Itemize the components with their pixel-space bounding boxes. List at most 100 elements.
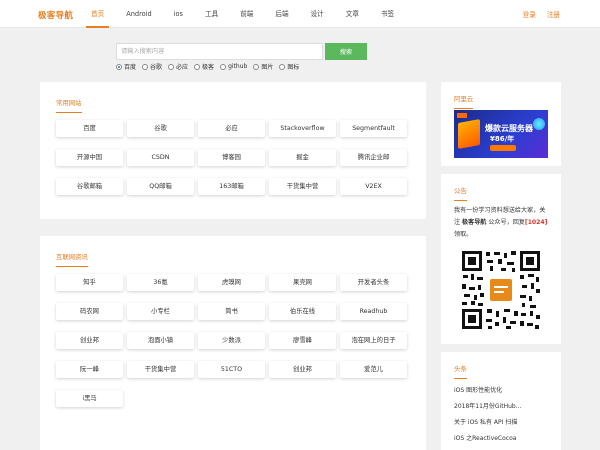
radio-icon[interactable] [142,63,149,70]
aliyun-widget: 阿里云 爆款云服务器 ¥86/年 [441,82,561,166]
link-grid: 百度 谷歌 必应 Stackoverflow Segmentfault 开源中国… [56,120,407,195]
site-link[interactable]: 百度 [56,120,123,137]
site-link[interactable]: Stackoverflow [269,120,336,137]
nav-item-frontend[interactable]: 前端 [229,0,264,28]
engine-option-images[interactable]: 图片 [253,62,273,71]
login-link[interactable]: 登录 [523,9,536,19]
search-engine-options: 百度 谷歌 必应 极客 github 图片 图标 [116,62,299,71]
nav-item-bookmarks[interactable]: 书签 [370,0,405,28]
news-link[interactable]: Readhub [340,303,407,320]
notice-text-part: 领取。 [454,231,473,238]
news-link[interactable]: 36氪 [127,274,194,291]
panel-title: 互联网资讯 [56,252,88,267]
news-link[interactable]: 伯乐在线 [269,303,336,320]
engine-option-icons[interactable]: 图标 [279,62,299,71]
search-input[interactable] [116,43,323,60]
auth-links: 登录 注册 [523,9,560,19]
common-sites-panel: 常用网站 百度 谷歌 必应 Stackoverflow Segmentfault… [40,82,426,219]
top-navbar: 极客导航 首页 Android ios 工具 前端 后端 设计 文章 书签 登录… [0,0,600,28]
headlines-widget: 头条 iOS 图形性能优化 2018年11月份GitHub... 关于 iOS … [441,352,561,450]
engine-option-github[interactable]: github [220,62,247,71]
widget-title: 阿里云 [454,94,474,109]
engine-label: github [228,63,248,70]
engine-label: 极客 [202,64,215,71]
site-link[interactable]: 163邮箱 [198,178,265,195]
main-nav: 首页 Android ios 工具 前端 后端 设计 文章 书签 [80,0,405,28]
headline-item[interactable]: 2018年11月份GitHub... [454,399,521,415]
engine-label: 必应 [176,64,189,71]
news-link[interactable]: 阮一峰 [56,361,123,378]
panel-title: 常用网站 [56,98,82,113]
news-link[interactable]: 小专栏 [127,303,194,320]
headline-list: iOS 图形性能优化 2018年11月份GitHub... 关于 iOS 私有 … [454,383,521,447]
news-link[interactable]: 干货集中营 [127,361,194,378]
site-link[interactable]: V2EX [340,178,407,195]
news-link[interactable]: 果壳网 [269,274,336,291]
engine-option-geek[interactable]: 极客 [194,62,214,71]
nav-item-articles[interactable]: 文章 [335,0,370,28]
radio-icon[interactable] [168,63,175,70]
engine-option-baidu[interactable]: 百度 [116,62,136,71]
news-link[interactable]: 简书 [198,303,265,320]
news-link[interactable]: 泡面小镇 [127,332,194,349]
ad-headline: 爆款云服务器 [485,124,533,133]
ad-price: ¥86/年 [490,135,515,143]
radio-icon[interactable] [253,63,260,70]
site-link[interactable]: 必应 [198,120,265,137]
news-link[interactable]: 知乎 [56,274,123,291]
nav-item-backend[interactable]: 后端 [264,0,299,28]
site-link[interactable]: 开源中国 [56,149,123,166]
news-link[interactable]: 廖雪峰 [269,332,336,349]
cloud-orb-icon [533,118,545,130]
engine-label: 谷歌 [150,64,163,71]
it-news-panel: 互联网资讯 知乎 36氪 虎嗅网 果壳网 开发者头条 码农网 小专栏 简书 伯乐… [40,236,426,450]
news-link[interactable]: i黑马 [56,390,123,407]
nav-item-android[interactable]: Android [115,0,163,28]
engine-label: 百度 [124,64,137,71]
engine-option-google[interactable]: 谷歌 [142,62,162,71]
notice-text-part: 公众号，回复 [486,219,525,226]
headline-item[interactable]: iOS 之ReactiveCocoa [454,431,521,447]
site-link[interactable]: 博客园 [198,149,265,166]
site-link[interactable]: 干货集中营 [269,178,336,195]
site-link[interactable]: 掘金 [269,149,336,166]
headline-item[interactable]: iOS 图形性能优化 [454,383,521,399]
site-link[interactable]: CSDN [127,149,194,166]
news-link[interactable]: 泡在网上的日子 [340,332,407,349]
news-link[interactable]: 码农网 [56,303,123,320]
notice-brand: 极客导航 [462,219,487,226]
radio-selected-icon[interactable] [116,63,122,70]
radio-icon[interactable] [279,63,286,70]
news-link[interactable]: 虎嗅网 [198,274,265,291]
headline-item[interactable]: 关于 iOS 私有 API 扫描 [454,415,521,431]
nav-item-tools[interactable]: 工具 [194,0,229,28]
nav-item-home[interactable]: 首页 [80,0,115,28]
news-link[interactable]: 开发者头条 [340,274,407,291]
aliyun-ad-banner[interactable]: 爆款云服务器 ¥86/年 [454,110,548,158]
engine-label: 图片 [261,64,274,71]
notice-widget: 公告 我有一份学习资料想送给大家，关注 极客导航 公众号，回复[1024]领取。 [441,174,561,344]
register-link[interactable]: 注册 [547,9,560,19]
site-link[interactable]: QQ邮箱 [127,178,194,195]
site-link[interactable]: 腾讯企业邮 [340,149,407,166]
site-link[interactable]: 谷歌 [127,120,194,137]
radio-icon[interactable] [220,63,227,70]
news-link[interactable]: 爱范儿 [340,361,407,378]
nav-item-ios[interactable]: ios [163,0,194,28]
wechat-qr-code [460,249,542,331]
site-link[interactable]: Segmentfault [340,120,407,137]
news-link[interactable]: 少数派 [198,332,265,349]
server-cube-icon [458,119,480,149]
ad-cta-button[interactable] [490,145,516,151]
news-link[interactable]: 创业邦 [269,361,336,378]
site-logo[interactable]: 极客导航 [38,9,73,21]
news-link[interactable]: 51CTO [198,361,265,378]
widget-title: 头条 [454,364,467,379]
news-link[interactable]: 创业邦 [56,332,123,349]
engine-option-bing[interactable]: 必应 [168,62,188,71]
link-grid: 知乎 36氪 虎嗅网 果壳网 开发者头条 码农网 小专栏 简书 伯乐在线 Rea… [56,274,407,407]
search-button[interactable]: 搜索 [325,43,367,60]
radio-icon[interactable] [194,63,201,70]
site-link[interactable]: 谷歌邮箱 [56,178,123,195]
nav-item-design[interactable]: 设计 [300,0,335,28]
